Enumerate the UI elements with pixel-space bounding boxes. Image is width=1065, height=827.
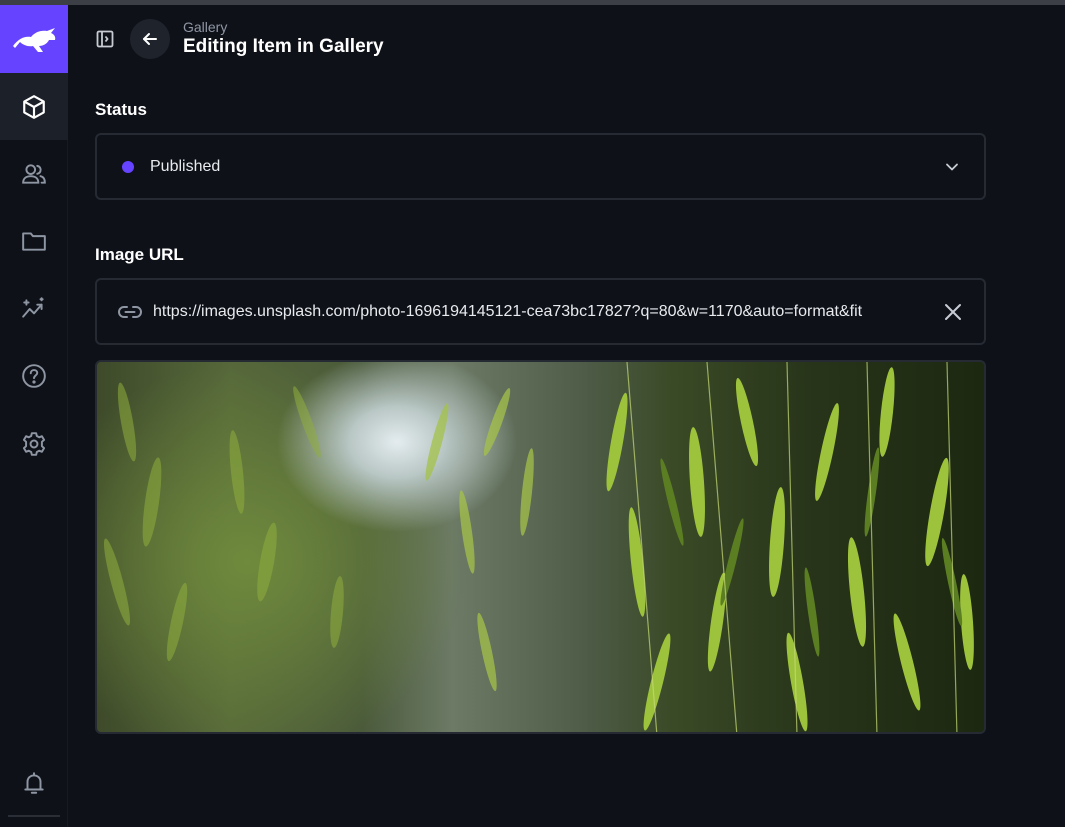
close-icon[interactable] [942,301,964,323]
window-top-bar [0,0,1065,5]
page-title: Editing Item in Gallery [183,35,384,57]
module-rail [0,5,68,827]
image-url-field[interactable]: https://images.unsplash.com/photo-169619… [95,278,986,345]
rail-item-notifications[interactable] [0,749,68,816]
page-header: Gallery Editing Item in Gallery [95,19,384,59]
sidebar-toggle-icon [96,30,114,48]
chevron-down-icon [946,163,958,171]
sidebar-toggle-button[interactable] [95,29,115,49]
status-label: Status [95,100,147,119]
users-icon [22,163,46,184]
gear-icon [22,431,46,456]
rail-item-help[interactable] [0,342,68,409]
help-icon [22,363,46,388]
rail-item-files[interactable] [0,207,68,274]
back-button[interactable] [130,19,170,59]
header-titles: Gallery Editing Item in Gallery [183,20,384,59]
folder-icon [22,231,46,251]
rail-divider [8,815,60,817]
image-url-value[interactable]: https://images.unsplash.com/photo-169619… [153,303,933,321]
logo[interactable] [0,5,68,73]
status-select[interactable]: Published [95,133,986,200]
link-icon [117,305,143,318]
rabbit-logo-icon [13,28,56,52]
breadcrumb[interactable]: Gallery [183,20,384,34]
rail-item-settings[interactable] [0,410,68,477]
bell-icon [24,771,44,794]
status-dot [122,160,134,173]
status-value: Published [150,157,221,175]
insights-icon [22,296,44,318]
rail-item-users[interactable] [0,140,68,207]
rail-item-content[interactable] [0,73,68,140]
image-preview [95,360,986,734]
arrow-left-icon [143,33,157,45]
rail-item-insights[interactable] [0,275,68,342]
willow-leaves-illustration [103,362,974,732]
image-url-label: Image URL [95,245,184,264]
cube-icon [23,94,45,119]
